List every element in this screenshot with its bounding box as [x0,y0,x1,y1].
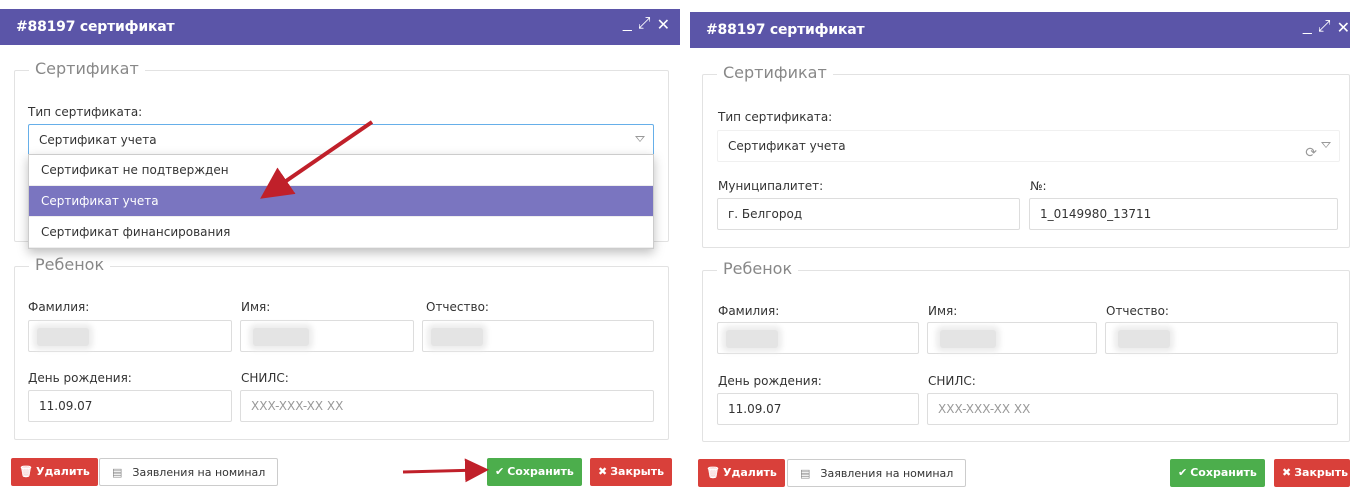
patronymic-field[interactable] [1105,322,1338,354]
patronymic-label: Отчество: [426,300,489,314]
name-field[interactable] [240,320,414,352]
save-label: Сохранить [507,465,574,478]
chevron-down-icon[interactable] [635,134,645,144]
cert-type-dropdown: Сертификат не подтвержден Сертификат уче… [28,154,654,249]
delete-button[interactable]: 🗑 Удалить [698,459,785,487]
document-icon: ▤ [112,466,123,479]
birthday-label: День рождения: [718,374,822,388]
check-icon: ✔ [1178,466,1188,479]
applications-button[interactable]: ▤ Заявления на номинал [787,459,967,487]
close-button[interactable]: ✖ Закрыть [1274,459,1350,487]
cert-type-label: Тип сертификата: [718,110,833,124]
municipality-field[interactable]: г. Белгород [717,198,1020,230]
save-button[interactable]: ✔ Сохранить [487,458,582,486]
birthday-field[interactable]: 11.09.07 [717,393,919,425]
document-icon: ▤ [800,467,811,480]
refresh-icon[interactable]: ⟳ [1305,138,1317,168]
surname-label: Фамилия: [718,304,780,318]
cert-type-select[interactable]: Сертификат учета [28,124,654,156]
save-button[interactable]: ✔ Сохранить [1170,459,1265,487]
applications-label: Заявления на номинал [132,466,266,479]
window-titlebar: #88197 сертификат _ ⤢ ✕ [690,12,1350,48]
check-icon: ✔ [495,465,505,478]
dropdown-option-selected[interactable]: Сертификат учета [29,186,653,217]
snils-field[interactable]: XXX-XXX-XX XX [927,393,1338,425]
cert-type-value: Сертификат учета [728,139,846,153]
dropdown-option[interactable]: Сертификат финансирования [29,217,653,248]
close-label: Закрыть [610,465,665,478]
certificate-window-right: #88197 сертификат _ ⤢ ✕ Сертификат Тип с… [690,0,1350,487]
patronymic-field[interactable] [422,320,654,352]
maximize-icon[interactable]: ⤢ [638,15,651,35]
name-field[interactable] [927,322,1097,354]
snils-label: СНИЛС: [241,371,289,385]
surname-label: Фамилия: [28,300,90,314]
cert-type-value: Сертификат учета [39,133,157,147]
patronymic-label: Отчество: [1106,304,1169,318]
close-icon[interactable]: ✕ [657,15,670,35]
number-label: №: [1030,179,1047,193]
section-title: Ребенок [717,259,799,278]
close-icon[interactable]: ✕ [1337,18,1350,38]
applications-button[interactable]: ▤ Заявления на номинал [99,458,279,486]
delete-label: Удалить [35,465,90,478]
section-title: Ребенок [29,255,111,274]
birthday-field[interactable]: 11.09.07 [28,390,232,422]
number-field[interactable]: 1_0149980_13711 [1029,198,1338,230]
cert-type-select[interactable]: Сертификат учета ⟳ [717,130,1340,162]
certificate-window-left: #88197 сертификат _ ⤢ ✕ Сертификат Тип с… [0,0,680,486]
maximize-icon[interactable]: ⤢ [1318,18,1331,38]
close-label: Закрыть [1294,466,1349,479]
minimize-icon[interactable]: _ [1303,18,1312,38]
close-icon: ✖ [598,465,608,478]
surname-field[interactable] [717,322,919,354]
dropdown-option[interactable]: Сертификат не подтвержден [29,155,653,186]
name-label: Имя: [928,304,958,318]
save-label: Сохранить [1190,466,1257,479]
minimize-icon[interactable]: _ [623,15,632,35]
name-label: Имя: [241,300,271,314]
close-icon: ✖ [1282,466,1292,479]
snils-label: СНИЛС: [928,374,976,388]
chevron-down-icon[interactable] [1321,140,1331,150]
delete-button[interactable]: 🗑 Удалить [11,458,98,486]
section-title: Сертификат [29,59,145,78]
section-title: Сертификат [717,63,833,82]
window-title: #88197 сертификат [706,22,865,38]
delete-label: Удалить [722,466,777,479]
snils-field[interactable]: XXX-XXX-XX XX [240,390,654,422]
close-button[interactable]: ✖ Закрыть [590,458,673,486]
window-title: #88197 сертификат [16,19,175,35]
municipality-label: Муниципалитет: [718,179,824,193]
birthday-label: День рождения: [28,371,132,385]
surname-field[interactable] [28,320,232,352]
trash-icon: 🗑 [706,466,720,479]
window-titlebar: #88197 сертификат _ ⤢ ✕ [0,9,680,45]
trash-icon: 🗑 [19,465,33,478]
cert-type-label: Тип сертификата: [28,105,143,119]
applications-label: Заявления на номинал [820,467,954,480]
